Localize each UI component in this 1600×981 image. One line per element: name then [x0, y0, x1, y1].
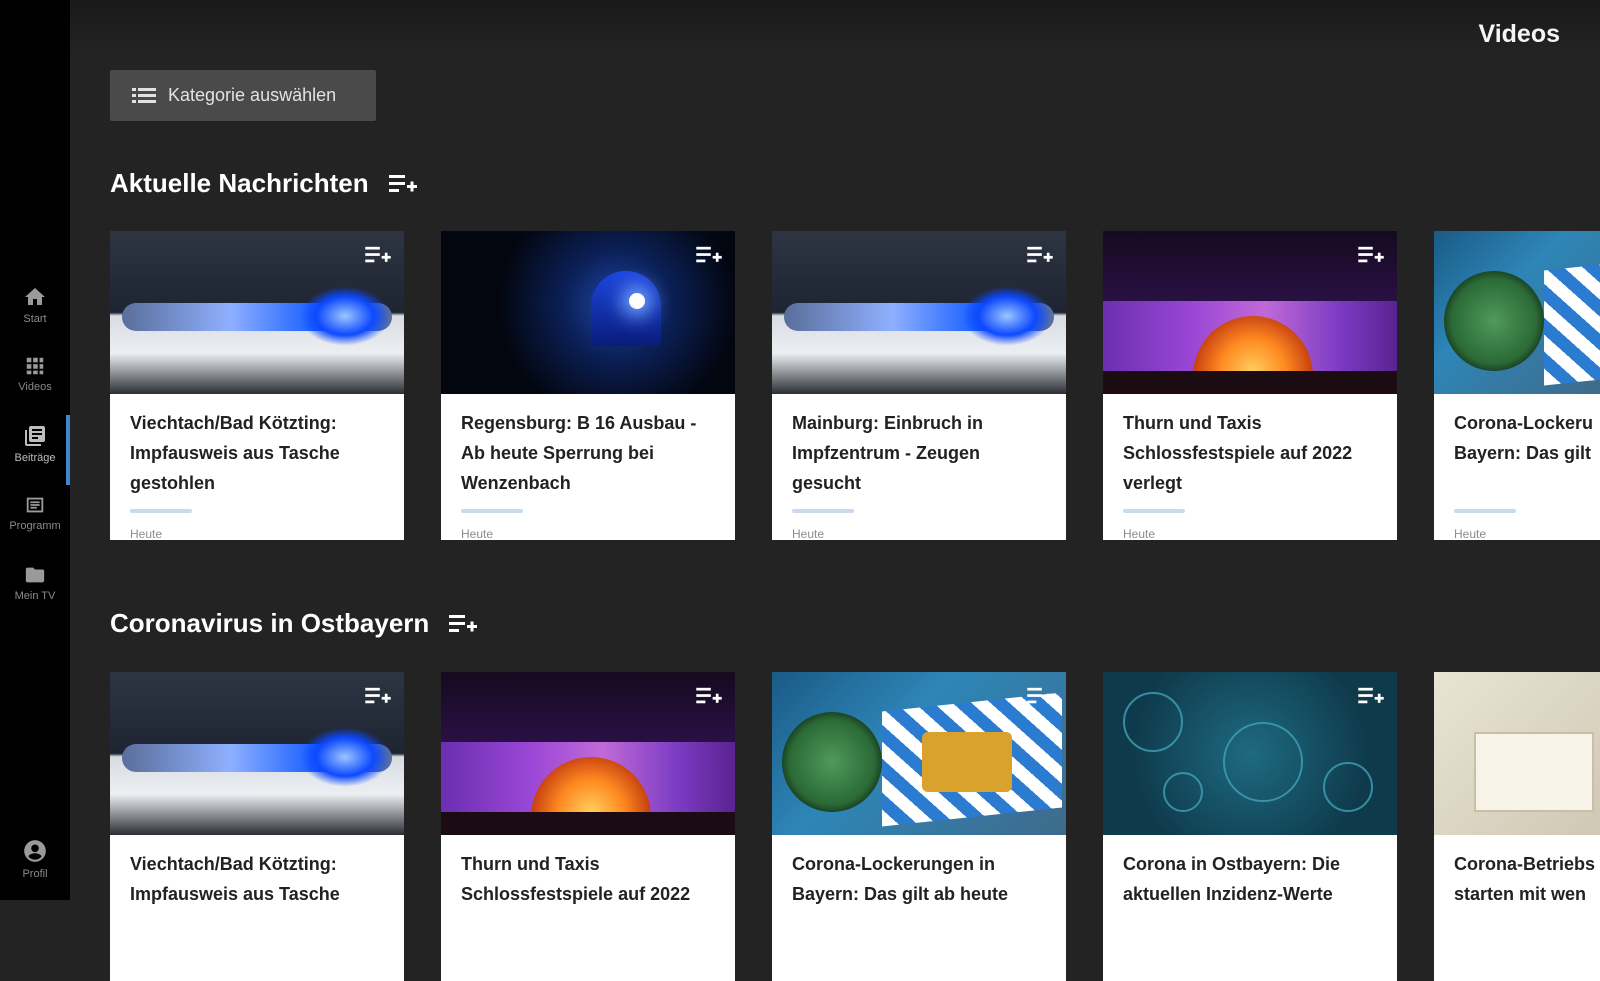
video-thumbnail — [772, 231, 1066, 394]
video-card[interactable]: Corona-Lockerungen in Bayern: Das gilt a… — [772, 672, 1066, 981]
video-title: Viechtach/Bad Kötzting: Impfausweis aus … — [130, 413, 340, 493]
video-title: Corona in Ostbayern: Die aktuellen Inzid… — [1123, 854, 1341, 904]
video-title: Corona-Lockeru Bayern: Das gilt — [1454, 413, 1594, 463]
playlist-add-icon[interactable] — [388, 173, 417, 195]
video-card[interactable]: Mainburg: Einbruch in Impfzentrum - Zeug… — [772, 231, 1066, 540]
video-date: Heute — [1123, 527, 1156, 540]
watch-progress-bar — [1454, 509, 1516, 513]
video-thumbnail — [441, 672, 735, 835]
video-title: Corona-Betriebs starten mit wen — [1454, 854, 1596, 904]
sidebar-item-label: Profil — [22, 868, 48, 880]
video-title: Mainburg: Einbruch in Impfzentrum - Zeug… — [792, 413, 983, 493]
section-title-aktuelle-nachrichten: Aktuelle Nachrichten — [110, 168, 417, 199]
video-thumbnail — [110, 231, 404, 394]
watch-progress-bar — [1123, 509, 1185, 513]
sidebar-item-label: Mein TV — [14, 590, 56, 602]
watch-progress-bar — [461, 509, 523, 513]
playlist-add-icon[interactable] — [364, 686, 392, 706]
watch-progress-bar — [792, 509, 854, 513]
video-thumbnail — [441, 231, 735, 394]
video-date: Heute — [1454, 527, 1487, 540]
video-title: Thurn und Taxis Schlossfestspiele auf 20… — [461, 854, 691, 904]
page-title: Videos — [1478, 20, 1560, 48]
video-title: Thurn und Taxis Schlossfestspiele auf 20… — [1123, 413, 1353, 493]
home-icon — [25, 288, 45, 305]
sidebar-item-beitraege[interactable]: Beiträge — [0, 424, 70, 464]
sidebar-item-programm[interactable]: Programm — [0, 494, 70, 532]
sidebar-nav: Start Videos Beiträge Programm Mein TV P… — [0, 0, 70, 900]
video-title: Corona-Lockerungen in Bayern: Das gilt a… — [792, 854, 1009, 904]
video-thumbnail — [1434, 231, 1600, 394]
grid-icon — [26, 357, 44, 375]
folder-icon — [25, 567, 45, 583]
list-icon — [26, 497, 44, 513]
video-card[interactable]: Corona-Lockeru Bayern: Das gilt Heute — [1434, 231, 1600, 540]
playlist-add-icon[interactable] — [1026, 686, 1054, 706]
library-icon — [25, 426, 45, 446]
playlist-add-icon[interactable] — [449, 613, 478, 635]
video-date: Heute — [461, 527, 494, 540]
sidebar-item-label: Videos — [18, 381, 52, 393]
list-icon — [132, 87, 156, 103]
active-indicator — [66, 415, 70, 485]
video-card[interactable]: Viechtach/Bad Kötzting: Impfausweis aus … — [110, 672, 404, 981]
video-card[interactable]: Thurn und Taxis Schlossfestspiele auf 20… — [441, 672, 735, 981]
video-date: Heute — [792, 527, 825, 540]
playlist-add-icon[interactable] — [1026, 245, 1054, 265]
video-card[interactable]: Corona-Betriebs starten mit wen — [1434, 672, 1600, 981]
playlist-add-icon[interactable] — [695, 245, 723, 265]
playlist-add-icon[interactable] — [1357, 686, 1385, 706]
section-title-text: Aktuelle Nachrichten — [110, 168, 369, 198]
video-thumbnail — [1103, 672, 1397, 835]
video-title: Regensburg: B 16 Ausbau - Ab heute Sperr… — [461, 413, 697, 493]
playlist-add-icon[interactable] — [1357, 245, 1385, 265]
account-icon — [24, 840, 46, 862]
video-thumbnail — [1434, 672, 1600, 835]
top-bar: Videos — [70, 0, 1600, 56]
video-card[interactable]: Viechtach/Bad Kötzting: Impfausweis aus … — [110, 231, 404, 540]
category-button-label: Kategorie auswählen — [168, 85, 337, 105]
sidebar-item-mein-tv[interactable]: Mein TV — [0, 564, 70, 602]
sidebar-item-videos[interactable]: Videos — [0, 355, 70, 393]
video-card[interactable]: Corona in Ostbayern: Die aktuellen Inzid… — [1103, 672, 1397, 981]
sidebar-item-start[interactable]: Start — [0, 285, 70, 325]
video-thumbnail — [772, 672, 1066, 835]
section-title-coronavirus: Coronavirus in Ostbayern — [110, 608, 478, 639]
section-title-text: Coronavirus in Ostbayern — [110, 608, 430, 638]
watch-progress-bar — [130, 509, 192, 513]
video-thumbnail — [110, 672, 404, 835]
video-thumbnail — [1103, 231, 1397, 394]
sidebar-item-profil[interactable]: Profil — [0, 838, 70, 880]
sidebar-item-label: Programm — [9, 520, 61, 532]
sidebar-item-label: Start — [23, 313, 47, 325]
video-card[interactable]: Thurn und Taxis Schlossfestspiele auf 20… — [1103, 231, 1397, 540]
playlist-add-icon[interactable] — [695, 686, 723, 706]
sidebar-item-label: Beiträge — [14, 452, 56, 464]
video-date: Heute — [130, 527, 163, 540]
category-select-button[interactable]: Kategorie auswählen — [110, 70, 376, 121]
playlist-add-icon[interactable] — [364, 245, 392, 265]
video-title: Viechtach/Bad Kötzting: Impfausweis aus … — [130, 854, 340, 904]
video-card[interactable]: Regensburg: B 16 Ausbau - Ab heute Sperr… — [441, 231, 735, 540]
